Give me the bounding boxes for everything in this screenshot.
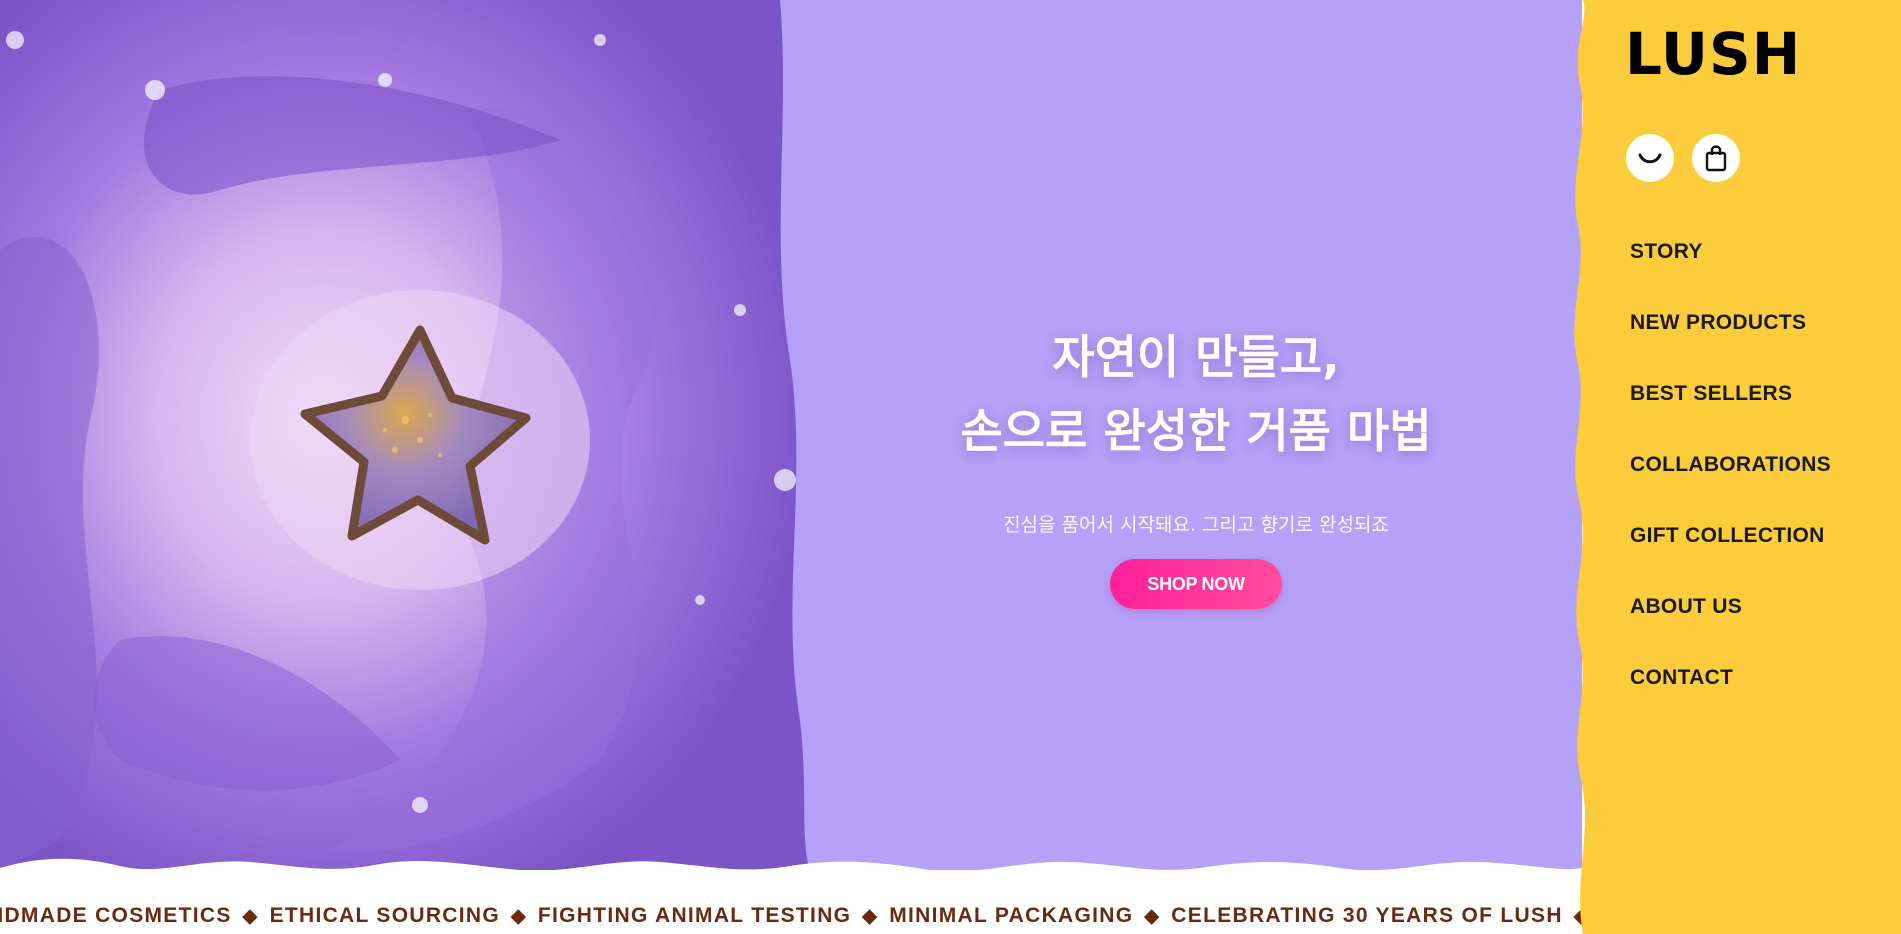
hero-headline-line-2: 손으로 완성한 거품 마법 (960, 404, 1432, 458)
hero-section: 자연이 만들고, 손으로 완성한 거품 마법 진심을 품어서 시작돼요. 그리고… (0, 0, 1582, 870)
cart-button[interactable] (1692, 134, 1740, 182)
marquee-item: ETHICAL SOURCING (269, 904, 500, 927)
nav-item-new-products[interactable]: NEW PRODUCTS (1630, 303, 1831, 374)
account-smile-icon (1638, 153, 1662, 164)
lush-logo[interactable]: LUSH (1625, 20, 1801, 88)
marquee-item: NDMADE COSMETICS (0, 904, 232, 927)
nav-item-best-sellers[interactable]: BEST SELLERS (1630, 374, 1831, 445)
account-button[interactable] (1626, 134, 1674, 182)
diamond-separator-icon: ◆ (1144, 906, 1161, 927)
diamond-separator-icon: ◆ (862, 906, 879, 927)
hero-headline-line-1: 자연이 만들고, (1052, 330, 1340, 384)
bath-bomb-photo (0, 0, 810, 870)
nav-item-collaborations[interactable]: COLLABORATIONS (1630, 445, 1831, 516)
diamond-separator-icon: ◆ (242, 906, 259, 927)
nav-item-story[interactable]: STORY (1630, 232, 1831, 303)
hero-headline: 자연이 만들고, 손으로 완성한 거품 마법 (810, 320, 1582, 468)
bath-bomb-image (0, 0, 810, 870)
main-nav: STORY NEW PRODUCTS BEST SELLERS COLLABOR… (1630, 232, 1831, 729)
value-marquee: NDMADE COSMETICS ◆ ETHICAL SOURCING ◆ FIGHTI… (0, 898, 1582, 934)
marquee-item: MINIMAL PACKAGING (889, 904, 1134, 927)
marquee-item: FIGHTING ANIMAL TESTING (537, 904, 852, 927)
shopping-bag-icon (1705, 145, 1727, 172)
nav-item-about-us[interactable]: ABOUT US (1630, 587, 1831, 658)
marquee-item: CELEBRATING 30 YEARS OF LUSH (1171, 904, 1563, 927)
shop-now-button[interactable]: SHOP NOW (1110, 559, 1282, 609)
hero-subline: 진심을 품어서 시작돼요. 그리고 향기로 완성되죠 (1003, 514, 1389, 536)
nav-item-gift-collection[interactable]: GIFT COLLECTION (1630, 516, 1831, 587)
wavy-divider (0, 858, 1582, 882)
hero-content: 자연이 만들고, 손으로 완성한 거품 마법 진심을 품어서 시작돼요. 그리고… (810, 320, 1582, 609)
nav-item-contact[interactable]: CONTACT (1630, 658, 1831, 729)
diamond-separator-icon: ◆ (510, 906, 527, 927)
